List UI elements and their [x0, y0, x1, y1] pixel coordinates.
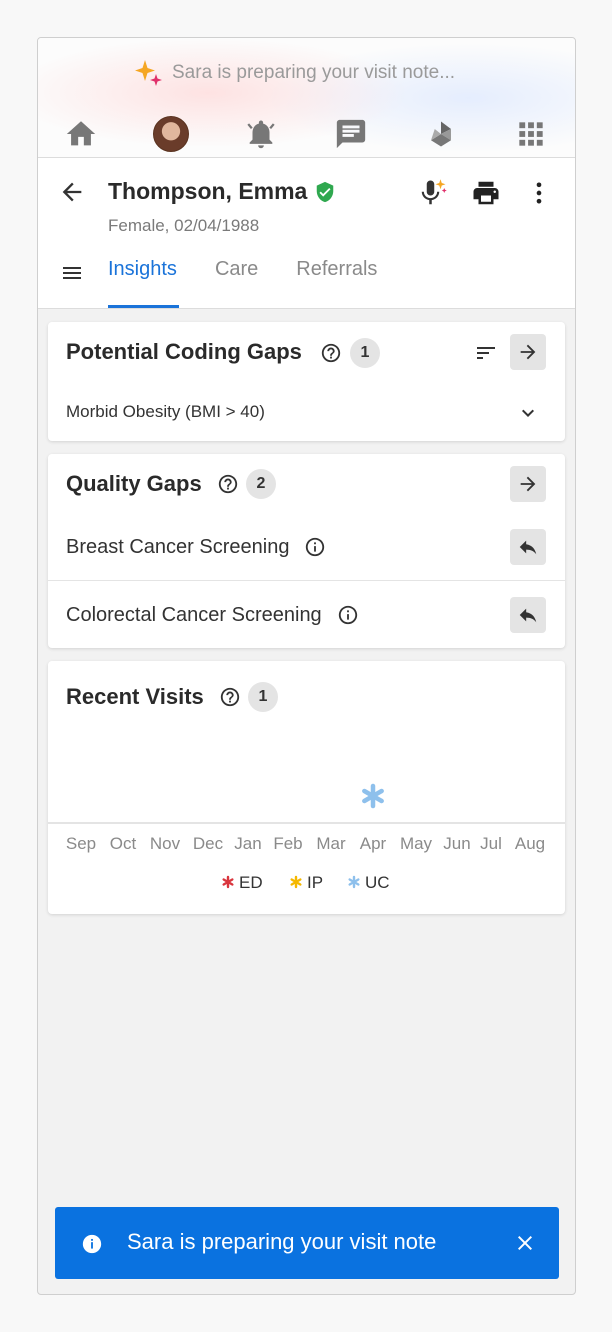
- x-tick-label: Mar: [316, 834, 346, 853]
- help-icon[interactable]: [217, 473, 239, 495]
- quality-gaps-count-badge: 2: [246, 469, 276, 499]
- help-icon[interactable]: [219, 686, 241, 708]
- x-tick-label: Sep: [66, 834, 96, 853]
- recent-visits-title: Recent Visits: [66, 684, 204, 709]
- x-tick-label: Dec: [193, 834, 224, 853]
- info-icon[interactable]: [337, 604, 359, 626]
- back-arrow-icon[interactable]: [58, 178, 86, 206]
- chevron-down-icon[interactable]: [516, 401, 540, 425]
- reply-icon: [519, 540, 537, 555]
- tab-insights[interactable]: Insights: [108, 258, 179, 308]
- toast-message: Sara is preparing your visit note: [127, 1229, 437, 1254]
- x-tick-label: Feb: [273, 834, 302, 853]
- divider: [48, 580, 565, 581]
- reply-button[interactable]: [510, 529, 546, 565]
- arrow-right-icon: [520, 344, 536, 360]
- help-icon[interactable]: [320, 342, 342, 364]
- avatar[interactable]: [151, 114, 191, 154]
- home-icon[interactable]: [61, 114, 101, 154]
- reply-icon: [519, 608, 537, 623]
- legend-marker-uc: [348, 875, 360, 889]
- patient-header: Thompson, Emma Female, 02/04/1988 Insigh…: [38, 158, 575, 309]
- x-tick-label: May: [400, 834, 433, 853]
- visits-timeline-chart: Sep Oct Nov Dec Jan Feb Mar Apr May Jun Jul Aug ED IP…: [48, 783, 565, 892]
- coding-gaps-title: Potential Coding Gaps: [66, 339, 302, 364]
- quality-gaps-open-button[interactable]: [510, 466, 546, 502]
- coding-gaps-count-badge: 1: [350, 338, 380, 368]
- x-tick-label: Aug: [515, 834, 545, 853]
- quality-gaps-title: Quality Gaps: [66, 471, 202, 496]
- more-vert-icon[interactable]: [524, 178, 554, 208]
- ai-mic-icon[interactable]: [418, 178, 448, 208]
- app-window: Sara is preparing your visit note... Tho…: [37, 37, 576, 1295]
- legend-marker-ip: [290, 875, 302, 889]
- main-nav: [38, 114, 575, 154]
- info-filled-icon: [82, 1234, 102, 1254]
- legend-label-ed: ED: [239, 873, 263, 892]
- tab-referrals[interactable]: Referrals: [296, 258, 377, 308]
- x-tick-label: Jun: [443, 834, 470, 853]
- quality-gap-item[interactable]: Colorectal Cancer Screening: [66, 604, 322, 627]
- hamburger-menu-icon[interactable]: [60, 261, 84, 285]
- legend-marker-ed: [222, 875, 234, 889]
- bell-icon[interactable]: [241, 114, 281, 154]
- close-icon[interactable]: [513, 1231, 537, 1255]
- info-icon[interactable]: [304, 536, 326, 558]
- verified-shield-icon: [316, 181, 334, 203]
- sara-status: Sara is preparing your visit note...: [134, 60, 455, 86]
- legend-label-ip: IP: [307, 873, 323, 892]
- print-icon[interactable]: [471, 178, 501, 208]
- sara-status-text: Sara is preparing your visit note...: [172, 62, 456, 83]
- recent-visits-count-badge: 1: [248, 682, 278, 712]
- visit-marker-uc: [362, 783, 384, 809]
- grid-icon[interactable]: [511, 114, 551, 154]
- coding-gap-item[interactable]: Morbid Obesity (BMI > 40): [66, 402, 265, 422]
- recent-visits-card: Recent Visits 1 Sep Oct Nov Dec Jan Feb Mar Apr…: [48, 661, 565, 914]
- x-tick-label: Nov: [150, 834, 181, 853]
- tab-care[interactable]: Care: [215, 258, 258, 308]
- sort-icon[interactable]: [474, 341, 498, 365]
- notification-toast: Sara is preparing your visit note: [55, 1207, 559, 1279]
- arrow-right-icon: [520, 476, 536, 492]
- sparkle-icon: [135, 60, 162, 86]
- reply-button[interactable]: [510, 597, 546, 633]
- patient-name: Thompson, Emma: [108, 178, 308, 204]
- chat-icon[interactable]: [331, 114, 371, 154]
- x-tick-label: Jul: [480, 834, 502, 853]
- coding-gaps-open-button[interactable]: [510, 334, 546, 370]
- top-bar: Sara is preparing your visit note...: [38, 38, 575, 158]
- x-tick-label: Apr: [360, 834, 387, 853]
- coding-gaps-card: Potential Coding Gaps 1 Morbid Obesity (…: [48, 322, 565, 441]
- tab-bar: Insights Care Referrals: [108, 258, 415, 308]
- x-tick-label: Jan: [234, 834, 261, 853]
- patient-demographics: Female, 02/04/1988: [108, 216, 260, 235]
- quality-gaps-card: Quality Gaps 2 Breast Cancer Screening C…: [48, 454, 565, 648]
- x-tick-label: Oct: [110, 834, 137, 853]
- quality-gap-item[interactable]: Breast Cancer Screening: [66, 536, 289, 559]
- legend-label-uc: UC: [365, 873, 390, 892]
- apps-alt-icon[interactable]: [421, 114, 461, 154]
